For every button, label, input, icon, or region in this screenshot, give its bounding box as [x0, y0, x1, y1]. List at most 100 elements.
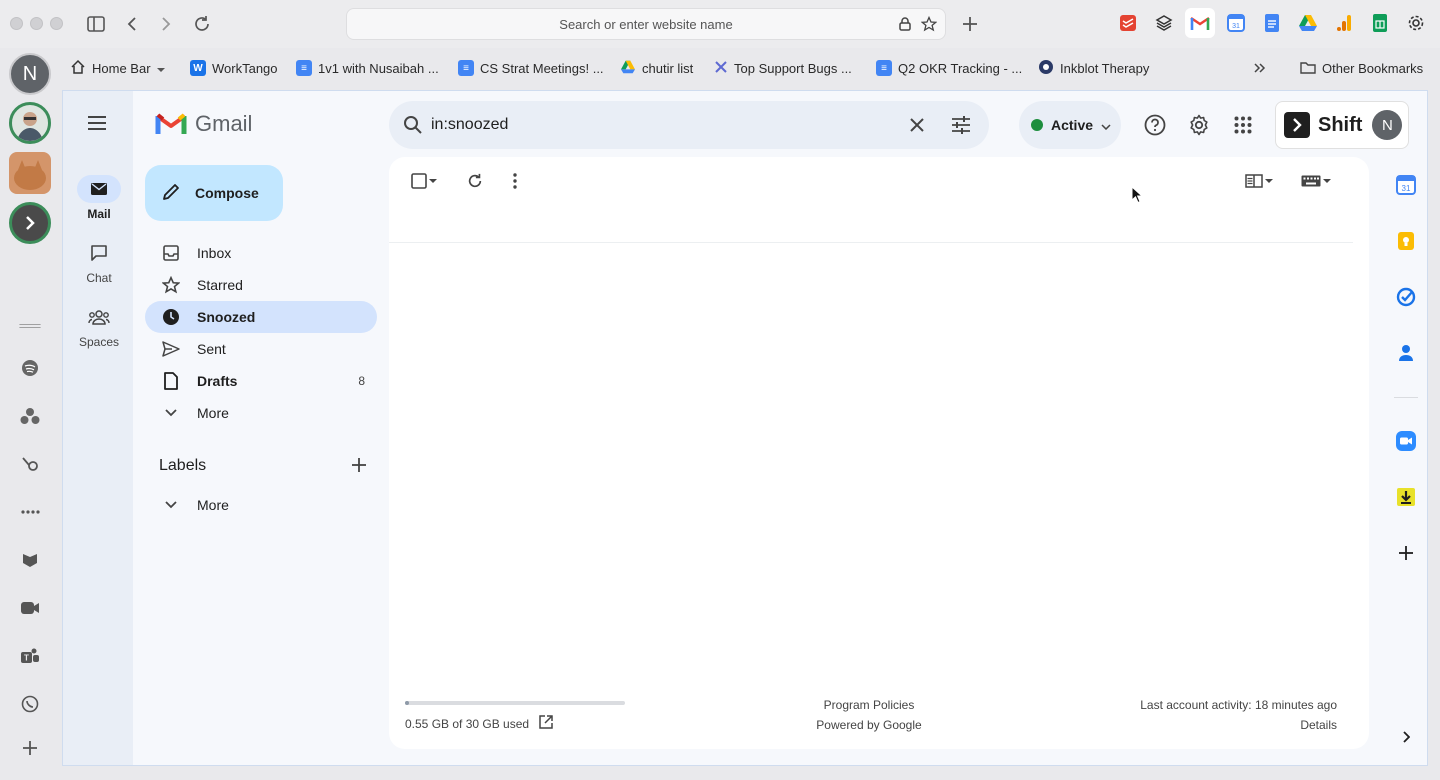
- bookmark-q2-okr[interactable]: ≡ Q2 OKR Tracking - ...: [876, 58, 1022, 78]
- bookmark-top-support-bugs[interactable]: Top Support Bugs ...: [714, 58, 852, 78]
- bookmark-chutir-list[interactable]: chutir list: [620, 58, 693, 78]
- help-icon[interactable]: [1143, 113, 1167, 137]
- home-icon: [70, 59, 86, 78]
- bookmark-worktango[interactable]: W WorkTango: [190, 58, 278, 78]
- gmail-extension-icon[interactable]: [1185, 8, 1215, 38]
- get-addons-icon[interactable]: [1394, 541, 1418, 565]
- settings-extension-icon[interactable]: [1405, 12, 1427, 34]
- rail-account-cat[interactable]: [9, 152, 51, 194]
- rail-account-avatar[interactable]: N: [9, 53, 51, 95]
- nav-chat[interactable]: Chat: [71, 239, 127, 285]
- chevron-down-icon: [161, 495, 181, 515]
- apps-grid-icon[interactable]: [1231, 113, 1255, 137]
- gmail-logo[interactable]: Gmail: [155, 111, 252, 137]
- chat-icon: [77, 239, 121, 267]
- back-icon[interactable]: [120, 12, 144, 36]
- analytics-extension-icon[interactable]: [1333, 12, 1355, 34]
- todoist-extension-icon[interactable]: [1117, 12, 1139, 34]
- split-pane-toggle-icon[interactable]: [1241, 171, 1277, 191]
- folder-label: Inbox: [197, 245, 232, 261]
- spotify-icon[interactable]: [18, 356, 42, 380]
- forward-icon[interactable]: [154, 12, 178, 36]
- reload-icon[interactable]: [190, 12, 214, 36]
- status-label: Active: [1051, 117, 1094, 133]
- star-icon[interactable]: [920, 15, 938, 37]
- nav-spaces[interactable]: Spaces: [71, 303, 127, 349]
- more-options-icon[interactable]: [505, 171, 525, 191]
- layers-extension-icon[interactable]: [1153, 12, 1175, 34]
- status-dot: [1031, 119, 1043, 131]
- shift-logo-text: Shift: [1318, 113, 1363, 136]
- labels-more-row[interactable]: More: [145, 489, 377, 521]
- search-options-icon[interactable]: [949, 113, 973, 137]
- program-policies-link[interactable]: Program Policies: [769, 695, 969, 715]
- input-tools-icon[interactable]: [1297, 171, 1335, 191]
- folder-drafts[interactable]: Drafts 8: [145, 365, 377, 397]
- sheets-extension-icon[interactable]: [1369, 12, 1391, 34]
- zoom-app-icon[interactable]: [1394, 429, 1418, 453]
- search-icon[interactable]: [401, 113, 425, 137]
- window-close-button[interactable]: [10, 17, 23, 30]
- tasks-app-icon[interactable]: [1394, 285, 1418, 309]
- add-app-icon[interactable]: [18, 736, 42, 760]
- shield-icon[interactable]: [18, 548, 42, 572]
- bookmark-home-bar[interactable]: Home Bar: [70, 58, 165, 78]
- bookmark-inkblot-therapy[interactable]: Inkblot Therapy: [1038, 58, 1149, 78]
- labels-more[interactable]: More: [145, 489, 377, 521]
- last-activity-text: Last account activity: 18 minutes ago: [1140, 698, 1337, 712]
- compose-button[interactable]: Compose: [145, 165, 283, 221]
- more-bookmarks-icon[interactable]: [1254, 58, 1266, 78]
- search-input[interactable]: [431, 113, 851, 137]
- details-link[interactable]: Details: [1140, 715, 1337, 735]
- video-icon[interactable]: [18, 596, 42, 620]
- drive-extension-icon[interactable]: [1297, 12, 1319, 34]
- address-placeholder: Search or enter website name: [559, 17, 733, 32]
- more-apps-icon[interactable]: [18, 500, 42, 524]
- address-bar[interactable]: Search or enter website name: [346, 8, 946, 40]
- folder-label: More: [197, 405, 229, 421]
- docs-extension-icon[interactable]: [1261, 12, 1283, 34]
- rail-drag-handle-icon[interactable]: [18, 314, 42, 338]
- new-tab-icon[interactable]: [958, 12, 982, 36]
- folder-snoozed[interactable]: Snoozed: [145, 301, 377, 333]
- calendar-app-icon[interactable]: 31: [1394, 173, 1418, 197]
- sidebar-toggle-icon[interactable]: [84, 12, 108, 36]
- clear-search-icon[interactable]: [905, 113, 929, 137]
- window-zoom-button[interactable]: [50, 17, 63, 30]
- create-label-icon[interactable]: [347, 453, 371, 477]
- nav-mail[interactable]: Mail: [71, 175, 127, 221]
- teams-icon[interactable]: T: [18, 644, 42, 668]
- select-all-checkbox[interactable]: [405, 171, 443, 191]
- chevron-down-icon: [156, 61, 165, 76]
- calendar-extension-icon[interactable]: 31: [1225, 12, 1247, 34]
- external-link-icon[interactable]: [539, 715, 553, 732]
- refresh-icon[interactable]: [465, 171, 485, 191]
- gear-icon[interactable]: [1187, 113, 1211, 137]
- bookmark-label: Home Bar: [92, 60, 151, 76]
- contacts-app-icon[interactable]: [1394, 341, 1418, 365]
- status-dropdown[interactable]: Active: [1019, 101, 1121, 149]
- svg-text:31: 31: [1232, 23, 1240, 30]
- beeper-icon[interactable]: [18, 452, 42, 476]
- avatar-initial: N: [22, 62, 38, 85]
- folder-more[interactable]: More: [145, 397, 377, 429]
- keep-app-icon[interactable]: [1394, 229, 1418, 253]
- download-app-icon[interactable]: [1394, 485, 1418, 509]
- whatsapp-icon[interactable]: [18, 692, 42, 716]
- folder-inbox[interactable]: Inbox: [145, 237, 377, 269]
- window-minimize-button[interactable]: [30, 17, 43, 30]
- hide-side-panel-icon[interactable]: [1394, 725, 1418, 749]
- asana-icon[interactable]: [18, 404, 42, 428]
- other-bookmarks[interactable]: Other Bookmarks: [1300, 58, 1423, 78]
- folder-sent[interactable]: Sent: [145, 333, 377, 365]
- rail-account-photo[interactable]: [9, 102, 51, 144]
- folder-starred[interactable]: Starred: [145, 269, 377, 301]
- nav-spaces-label: Spaces: [78, 335, 120, 349]
- powered-by-text: Powered by Google: [816, 718, 922, 732]
- bookmark-1v1-nusaibah[interactable]: ≡ 1v1 with Nusaibah ...: [296, 58, 439, 78]
- bookmark-cs-strat[interactable]: ≡ CS Strat Meetings! ...: [458, 58, 604, 78]
- chevron-down-icon: [1101, 117, 1111, 133]
- main-menu-icon[interactable]: [85, 111, 109, 135]
- bookmarks-bar: Home Bar W WorkTango ≡ 1v1 with Nusaibah…: [60, 52, 1440, 84]
- rail-account-shift[interactable]: [9, 202, 51, 244]
